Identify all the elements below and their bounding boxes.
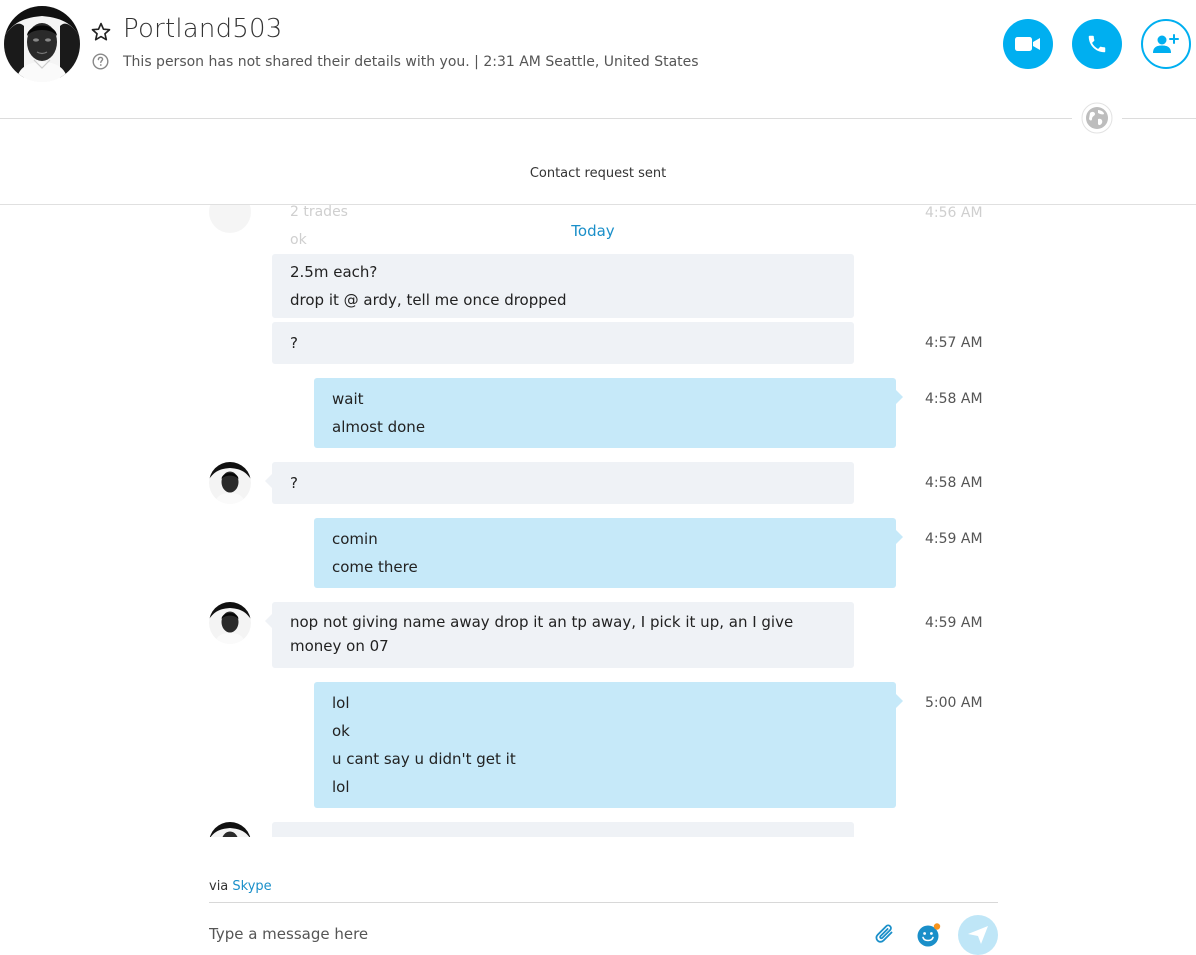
- incoming-message-bubble[interactable]: 2.5m each? drop it @ ardy, tell me once …: [272, 254, 854, 318]
- compose-divider: [209, 902, 998, 903]
- faded-message-time: 4:56 AM: [925, 205, 983, 221]
- bubble-tail: [896, 530, 903, 544]
- question-circle-icon: [92, 53, 109, 70]
- message-text: u cant say u didn't get it: [332, 750, 516, 768]
- video-camera-icon: [1015, 37, 1040, 51]
- bubble-tail: [896, 390, 903, 404]
- favorite-star-icon[interactable]: [90, 21, 112, 43]
- conversation-header: Portland503 This person has not shared t…: [0, 0, 1196, 118]
- contact-avatar[interactable]: [4, 6, 80, 82]
- skype-link[interactable]: Skype: [232, 879, 271, 894]
- outgoing-message-bubble[interactable]: wait almost done: [314, 378, 903, 448]
- globe-icon[interactable]: [1081, 102, 1113, 134]
- message-text: comin: [332, 530, 378, 548]
- message-text: ?: [290, 334, 298, 352]
- via-prefix: via: [209, 879, 229, 894]
- message-input[interactable]: [209, 918, 849, 950]
- outgoing-message-bubble[interactable]: comin come there: [314, 518, 903, 588]
- message-text: ?: [290, 474, 298, 492]
- contact-subtitle: This person has not shared their details…: [123, 54, 699, 70]
- header-divider: [0, 118, 1072, 119]
- message-text: lol: [332, 778, 350, 796]
- via-label: via Skype: [209, 879, 272, 894]
- bubble-tail: [265, 614, 272, 628]
- message-time: 4:58 AM: [925, 391, 983, 407]
- message-text: come there: [332, 558, 418, 576]
- sender-avatar[interactable]: [209, 602, 251, 644]
- bubble-tail: [896, 694, 903, 708]
- sender-avatar[interactable]: [209, 822, 251, 837]
- message-time: 4:58 AM: [925, 475, 983, 491]
- message-time: 4:59 AM: [925, 615, 983, 631]
- sender-avatar[interactable]: [209, 462, 251, 504]
- message-text: almost done: [332, 418, 426, 436]
- outgoing-message-bubble[interactable]: lol ok u cant say u didn't get it lol: [314, 682, 903, 808]
- message-list[interactable]: 2 trades ok 4:56 AM Today 2.5m each? dro…: [0, 205, 1196, 837]
- faded-message-text: 2 trades: [290, 205, 348, 220]
- message-text: lol: [332, 694, 350, 712]
- add-person-icon: [1153, 34, 1179, 53]
- video-call-button[interactable]: [1003, 19, 1053, 69]
- message-text: 2.5m each?: [290, 263, 378, 281]
- emoticon-icon[interactable]: [916, 922, 942, 948]
- message-text: nop not giving name away drop it an tp a…: [290, 613, 794, 655]
- header-divider-right: [1122, 118, 1196, 119]
- message-text: ok: [332, 722, 350, 740]
- message-time: 5:00 AM: [925, 695, 983, 711]
- contact-request-status: Contact request sent: [529, 166, 667, 181]
- incoming-message-bubble[interactable]: ?: [272, 322, 854, 364]
- incoming-message-bubble[interactable]: [272, 822, 854, 837]
- audio-call-button[interactable]: [1072, 19, 1122, 69]
- bubble-tail: [265, 474, 272, 488]
- phone-icon: [1088, 35, 1106, 53]
- contact-name[interactable]: Portland503: [123, 14, 283, 44]
- paperclip-icon[interactable]: [872, 922, 898, 948]
- add-people-button[interactable]: [1141, 19, 1191, 69]
- incoming-message-bubble[interactable]: nop not giving name away drop it an tp a…: [265, 602, 854, 668]
- incoming-message-bubble[interactable]: ?: [265, 462, 854, 504]
- message-text: drop it @ ardy, tell me once dropped: [290, 291, 567, 309]
- message-time: 4:59 AM: [925, 531, 983, 547]
- date-separator: Today: [571, 222, 615, 240]
- send-button[interactable]: [958, 915, 998, 955]
- message-text: wait: [332, 390, 364, 408]
- message-time: 4:57 AM: [925, 335, 983, 351]
- send-arrow-icon: [968, 926, 988, 944]
